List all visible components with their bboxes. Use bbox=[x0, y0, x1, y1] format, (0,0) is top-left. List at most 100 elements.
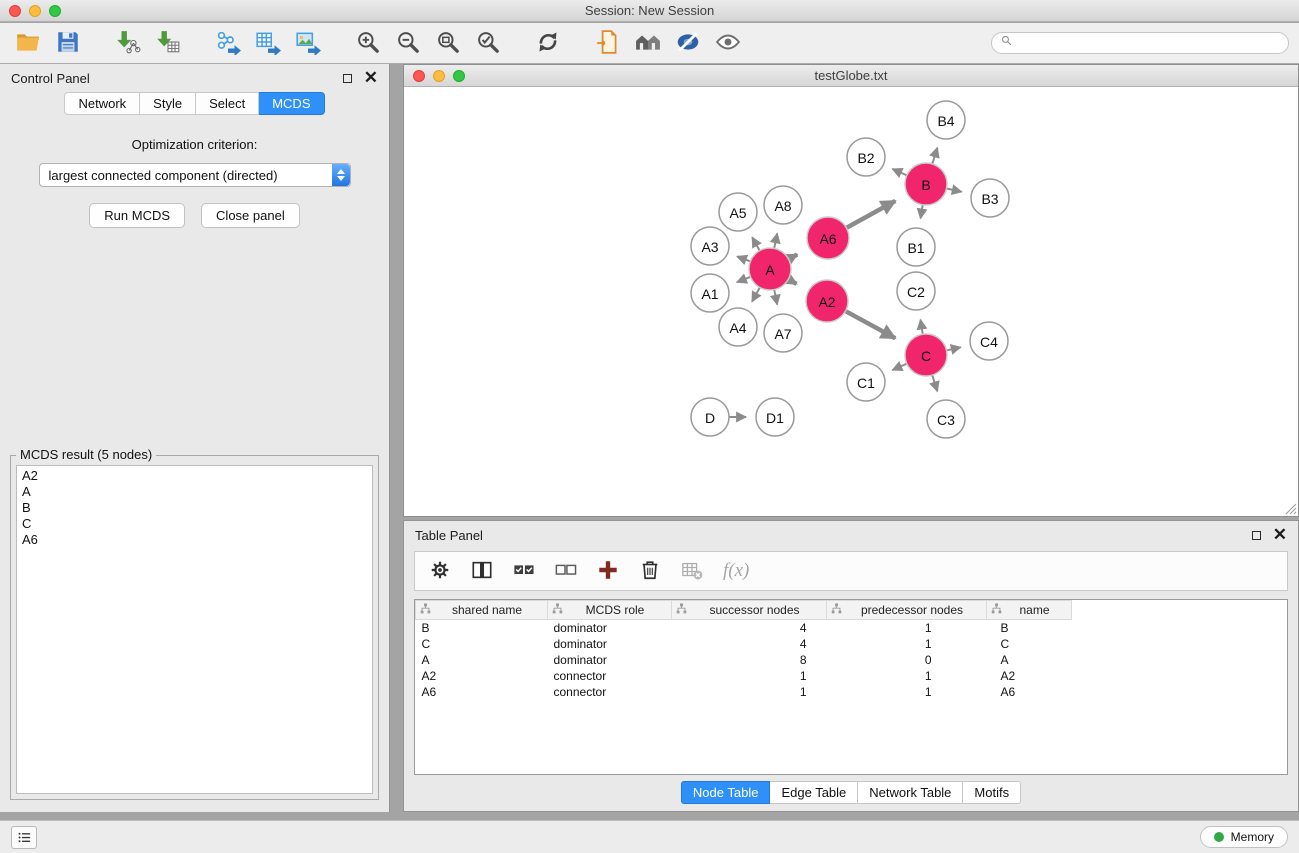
import-network-file-button[interactable] bbox=[110, 27, 146, 59]
table-close-panel-icon[interactable]: ✕ bbox=[1273, 529, 1287, 541]
network-node-A8[interactable]: A8 bbox=[764, 186, 802, 224]
zoom-fit-button[interactable] bbox=[430, 27, 466, 59]
network-canvas[interactable]: B4 B2 B B3 A5A8A6 A3 B1 A C2 A1 A2 A4A7 C4 C C1 C3 D D1 bbox=[404, 87, 1298, 516]
network-edge-B-B3[interactable] bbox=[947, 188, 962, 191]
export-image-button[interactable] bbox=[290, 27, 326, 59]
export-image-icon bbox=[295, 29, 321, 58]
network-node-B3[interactable]: B3 bbox=[971, 179, 1009, 217]
table-row[interactable]: Bdominator41B bbox=[416, 620, 1072, 636]
zoom-selected-button[interactable] bbox=[470, 27, 506, 59]
page-export-button[interactable] bbox=[590, 27, 626, 59]
column-header-predecessor-nodes[interactable]: predecessor nodes bbox=[827, 601, 987, 620]
network-node-C3[interactable]: C3 bbox=[927, 400, 965, 438]
open-file-button[interactable] bbox=[10, 27, 46, 59]
refresh-button[interactable] bbox=[530, 27, 566, 59]
network-edge-B-B2[interactable] bbox=[892, 169, 906, 175]
table-float-panel-icon[interactable] bbox=[1252, 531, 1261, 540]
network-node-A1[interactable]: A1 bbox=[691, 274, 729, 312]
network-edge-A-A8[interactable] bbox=[774, 233, 777, 248]
network-edge-A6-B[interactable] bbox=[846, 201, 895, 228]
export-network-button[interactable] bbox=[210, 27, 246, 59]
zoom-out-button[interactable] bbox=[390, 27, 426, 59]
resize-grip[interactable] bbox=[1285, 503, 1297, 515]
delete-column-button[interactable] bbox=[639, 559, 661, 584]
network-edge-C-C4[interactable] bbox=[946, 347, 960, 350]
table-panel: Table Panel ✕ f(x) shared nameMCDS roles… bbox=[403, 520, 1299, 812]
search-field[interactable] bbox=[991, 32, 1289, 54]
network-node-D1[interactable]: D1 bbox=[756, 398, 794, 436]
network-node-A7[interactable]: A7 bbox=[764, 314, 802, 352]
tab-style[interactable]: Style bbox=[140, 92, 196, 115]
tab-edge-table[interactable]: Edge Table bbox=[770, 781, 858, 804]
tab-network-table[interactable]: Network Table bbox=[858, 781, 963, 804]
add-column-button[interactable] bbox=[597, 559, 619, 584]
network-node-B1[interactable]: B1 bbox=[897, 228, 935, 266]
network-edge-C-C1[interactable] bbox=[892, 364, 906, 370]
select-all-button[interactable] bbox=[513, 559, 535, 584]
page-export-icon bbox=[595, 29, 621, 58]
tab-select[interactable]: Select bbox=[196, 92, 259, 115]
column-header-shared-name[interactable]: shared name bbox=[416, 601, 548, 620]
network-node-B4[interactable]: B4 bbox=[927, 101, 965, 139]
network-node-A[interactable]: A bbox=[749, 248, 791, 290]
home-button[interactable] bbox=[630, 27, 666, 59]
close-panel-icon[interactable]: ✕ bbox=[364, 72, 378, 84]
network-node-A6[interactable]: A6 bbox=[807, 217, 849, 259]
column-header-successor-nodes[interactable]: successor nodes bbox=[672, 601, 827, 620]
table-row[interactable]: Cdominator41C bbox=[416, 636, 1072, 652]
zoom-in-button[interactable] bbox=[350, 27, 386, 59]
network-node-D[interactable]: D bbox=[691, 398, 729, 436]
table-row[interactable]: A6connector11A6 bbox=[416, 684, 1072, 700]
show-hide-button[interactable] bbox=[710, 27, 746, 59]
network-edge-A-A6[interactable] bbox=[789, 254, 798, 259]
network-node-B2[interactable]: B2 bbox=[847, 138, 885, 176]
network-node-A5[interactable]: A5 bbox=[719, 193, 757, 231]
network-edge-A-A2[interactable] bbox=[788, 279, 796, 284]
network-edge-A-A3[interactable] bbox=[737, 256, 750, 261]
table-row[interactable]: Adominator80A bbox=[416, 652, 1072, 668]
graphics-details-icon bbox=[675, 29, 701, 58]
network-node-C2[interactable]: C2 bbox=[897, 272, 935, 310]
settings-gear-button[interactable] bbox=[429, 559, 451, 584]
import-table-file-button[interactable] bbox=[150, 27, 186, 59]
memory-button[interactable]: Memory bbox=[1200, 826, 1288, 848]
export-table-icon bbox=[255, 29, 281, 58]
tab-motifs[interactable]: Motifs bbox=[963, 781, 1021, 804]
deselect-all-button[interactable] bbox=[555, 559, 577, 584]
network-node-A2[interactable]: A2 bbox=[806, 280, 848, 322]
network-edge-B-B4[interactable] bbox=[932, 148, 937, 164]
tab-mcds[interactable]: MCDS bbox=[259, 92, 324, 115]
search-input[interactable] bbox=[1019, 36, 1280, 50]
network-node-C[interactable]: C bbox=[905, 334, 947, 376]
tab-node-table[interactable]: Node Table bbox=[681, 781, 771, 804]
network-edge-A-A4[interactable] bbox=[752, 287, 760, 301]
task-history-button[interactable] bbox=[11, 826, 37, 849]
save-session-button[interactable] bbox=[50, 27, 86, 59]
criterion-dropdown[interactable]: largest connected component (directed) bbox=[39, 163, 351, 187]
column-header-name[interactable]: name bbox=[987, 601, 1072, 620]
network-node-B[interactable]: B bbox=[905, 163, 947, 205]
export-table-button[interactable] bbox=[250, 27, 286, 59]
network-edge-A-A7[interactable] bbox=[774, 290, 777, 305]
float-panel-icon[interactable] bbox=[343, 74, 352, 83]
table-cell: B bbox=[987, 620, 1072, 636]
column-header-MCDS-role[interactable]: MCDS role bbox=[548, 601, 672, 620]
network-edge-B-B1[interactable] bbox=[921, 205, 923, 219]
network-node-C4[interactable]: C4 bbox=[970, 322, 1008, 360]
network-edge-A-A5[interactable] bbox=[752, 237, 760, 250]
graphics-details-button[interactable] bbox=[670, 27, 706, 59]
svg-text:C: C bbox=[921, 348, 931, 364]
network-edge-A2-C[interactable] bbox=[845, 311, 895, 338]
table-row[interactable]: A2connector11A2 bbox=[416, 668, 1072, 684]
run-mcds-button[interactable]: Run MCDS bbox=[89, 203, 185, 228]
close-panel-button[interactable]: Close panel bbox=[201, 203, 300, 228]
network-edge-C-C2[interactable] bbox=[920, 320, 922, 335]
network-node-A4[interactable]: A4 bbox=[719, 308, 757, 346]
network-node-A3[interactable]: A3 bbox=[691, 227, 729, 265]
network-edge-A-A1[interactable] bbox=[737, 277, 751, 282]
control-panel-title: Control Panel bbox=[11, 71, 90, 86]
network-edge-C-C3[interactable] bbox=[932, 375, 937, 391]
tab-network[interactable]: Network bbox=[64, 92, 140, 115]
column-selector-button[interactable] bbox=[471, 559, 493, 584]
network-node-C1[interactable]: C1 bbox=[847, 363, 885, 401]
